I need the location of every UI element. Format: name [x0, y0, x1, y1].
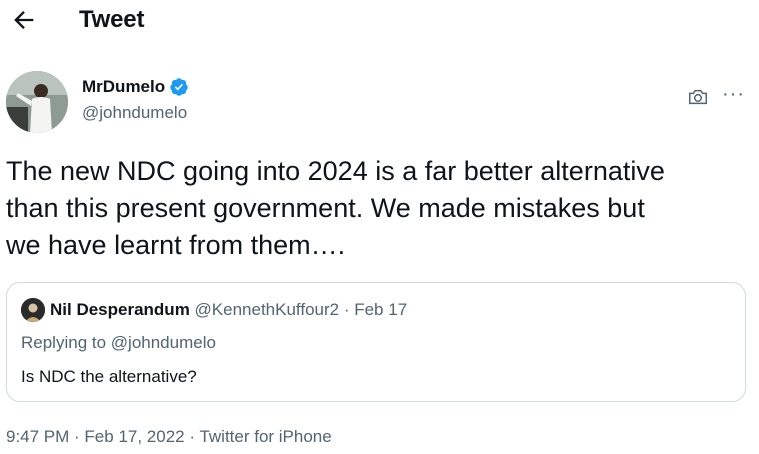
quoted-tweet[interactable]: Nil Desperandum @KennethKuffour2 · Feb 1… — [6, 282, 746, 402]
tweet-source[interactable]: Twitter for iPhone — [199, 427, 331, 446]
quoted-name: Nil Desperandum — [50, 300, 190, 319]
tweet-date[interactable]: Feb 17, 2022 — [84, 427, 184, 446]
tweet-header: Tweet — [0, 0, 759, 42]
tweet-time[interactable]: 9:47 PM — [6, 427, 69, 446]
more-options-icon[interactable]: ··· — [722, 84, 745, 104]
author-handle[interactable]: @johndumelo — [82, 103, 187, 123]
quoted-separator: · — [339, 300, 355, 319]
replying-mention[interactable]: @johndumelo — [111, 333, 216, 352]
tweet-meta: 9:47 PM · Feb 17, 2022 · Twitter for iPh… — [6, 427, 332, 447]
quoted-date: Feb 17 — [354, 300, 408, 319]
page-title: Tweet — [79, 6, 145, 33]
quoted-avatar — [21, 298, 45, 322]
meta-separator: · — [184, 427, 200, 446]
author-name[interactable]: MrDumelo — [82, 77, 165, 97]
author-avatar[interactable] — [6, 71, 68, 133]
quoted-text: Is NDC the alternative? — [21, 367, 197, 386]
verified-badge-icon — [170, 78, 188, 96]
quoted-handle: @KennethKuffour2 — [194, 300, 340, 319]
replying-to: Replying to @johndumelo — [21, 333, 216, 353]
tweet-text: The new NDC going into 2024 is a far bet… — [6, 156, 665, 260]
quoted-header: Nil Desperandum @KennethKuffour2 · Feb 1… — [50, 300, 407, 320]
arrow-left-icon[interactable] — [10, 6, 38, 34]
camera-icon[interactable] — [687, 86, 709, 108]
meta-separator: · — [69, 427, 85, 446]
replying-prefix: Replying to — [21, 333, 111, 352]
author-name-row: MrDumelo — [82, 77, 189, 97]
